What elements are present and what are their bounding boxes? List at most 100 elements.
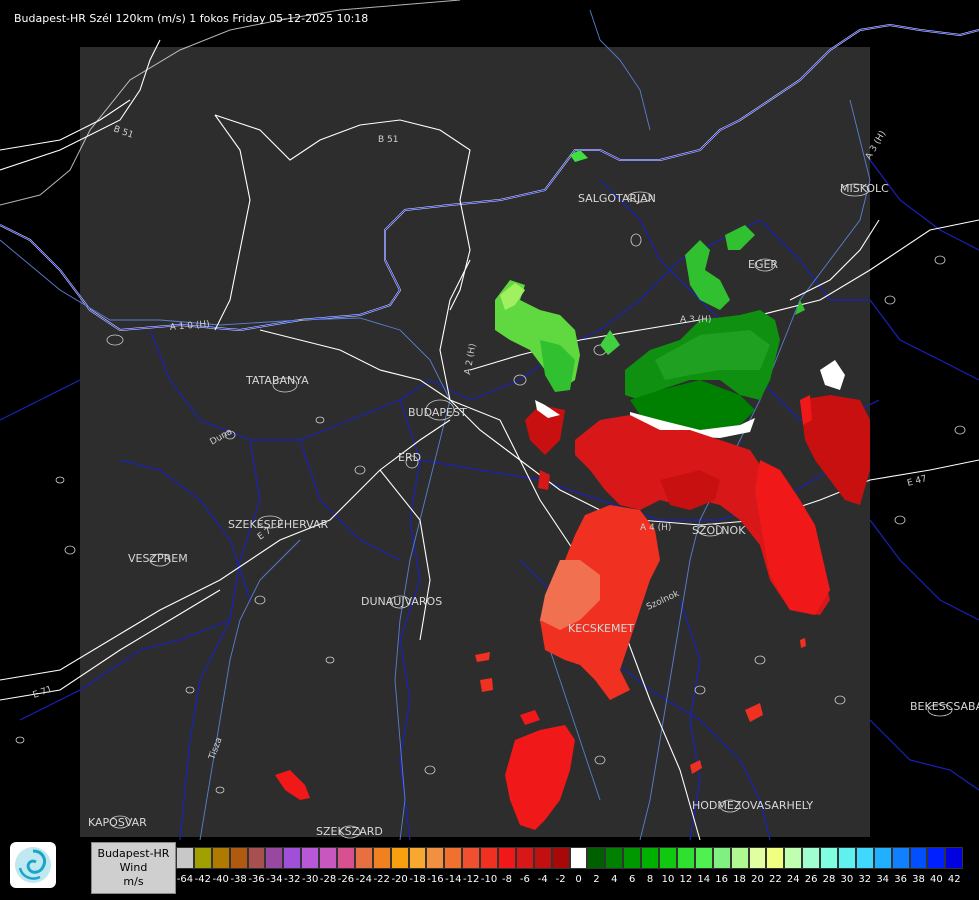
city-label: EGER [748, 258, 778, 271]
color-swatch [784, 847, 803, 869]
scale-tick-label: -4 [537, 874, 548, 885]
city-label: SZOLNOK [692, 524, 746, 537]
scale-tick-label: 36 [894, 874, 907, 885]
radar-map: SALGOTARJAN EGER MISKOLC TATABANYA BUDAP… [0, 0, 979, 900]
scale-tick-label: -30 [302, 874, 319, 885]
scale-tick-label: -22 [373, 874, 390, 885]
color-swatch [873, 847, 892, 869]
color-swatch [265, 847, 284, 869]
color-swatch [283, 847, 302, 869]
color-swatch [587, 847, 606, 869]
scale-tick-label: 18 [733, 874, 746, 885]
color-swatch [372, 847, 391, 869]
scale-tick-label: -20 [391, 874, 408, 885]
color-swatch [605, 847, 624, 869]
color-swatch [748, 847, 767, 869]
scale-tick-label: -36 [248, 874, 265, 885]
scale-tick-label: 28 [822, 874, 836, 885]
city-label: BEKESCSABA [910, 700, 979, 713]
scale-tick-label: 8 [646, 874, 654, 885]
color-swatch [909, 847, 928, 869]
scale-tick-label: -12 [463, 874, 480, 885]
road-label: A 4 (H) [640, 523, 671, 533]
scale-tick-label: -6 [519, 874, 530, 885]
scale-tick-label: 12 [679, 874, 693, 885]
scale-tick-label: 42 [947, 874, 961, 885]
city-label: TATABANYA [245, 374, 309, 387]
scale-tick-label: 2 [593, 874, 600, 885]
scale-tick-label: -64 [176, 874, 194, 885]
scale-tick-label: -26 [337, 874, 355, 885]
scale-tick-label: 22 [768, 874, 782, 885]
scale-tick-label: -24 [355, 874, 373, 885]
city-label: KECSKEMET [568, 622, 634, 635]
color-swatch [426, 847, 445, 869]
omsz-logo [10, 842, 56, 888]
scale-tick-label: -42 [194, 874, 211, 885]
color-swatch [712, 847, 731, 869]
color-swatch [354, 847, 373, 869]
color-swatch [337, 847, 355, 869]
color-swatch [730, 847, 749, 869]
color-swatch [515, 847, 534, 869]
scale-tick-label: -28 [319, 874, 337, 885]
scale-tick-label: 26 [804, 874, 818, 885]
scale-tick-label: 0 [575, 874, 582, 885]
color-swatch [462, 847, 481, 869]
color-swatch [480, 847, 499, 869]
swirl-logo-icon [15, 847, 51, 883]
color-swatch [766, 847, 785, 869]
city-label: DUNAUJVAROS [361, 595, 442, 608]
color-swatch [176, 847, 194, 869]
city-label: MISKOLC [840, 182, 889, 195]
color-swatch [891, 847, 910, 869]
city-label: KAPOSVAR [88, 816, 147, 829]
color-scale [176, 847, 964, 869]
scale-tick-label: 34 [876, 874, 890, 885]
color-swatch [319, 847, 338, 869]
scale-tick-label: 32 [858, 874, 872, 885]
legend-label-box: Budapest-HR Wind m/s [91, 842, 176, 894]
color-swatch [390, 847, 409, 869]
map-title: Budapest-HR Szél 120km (m/s) 1 fokos Fri… [14, 12, 369, 25]
scale-tick-label: 16 [715, 874, 729, 885]
color-swatch [802, 847, 821, 869]
color-swatch [855, 847, 874, 869]
legend-quantity: Wind [119, 861, 148, 874]
color-swatch [694, 847, 713, 869]
color-swatch [927, 847, 946, 869]
city-label: SALGOTARJAN [578, 192, 656, 205]
color-swatch [229, 847, 248, 869]
scale-tick-label: -38 [230, 874, 247, 885]
color-swatch [211, 847, 230, 869]
color-swatch [551, 847, 570, 869]
legend-unit: m/s [123, 875, 144, 888]
color-swatch [301, 847, 320, 869]
color-swatch [641, 847, 660, 869]
scale-tick-label: -18 [409, 874, 426, 885]
color-swatch [659, 847, 677, 869]
color-swatch [676, 847, 695, 869]
color-swatch [623, 847, 642, 869]
scale-tick-label: -2 [555, 874, 566, 885]
scale-tick-label: 10 [661, 874, 675, 885]
color-swatch [408, 847, 427, 869]
color-swatch [945, 847, 964, 869]
city-label: SZEKSZARD [316, 825, 383, 838]
scale-tick-label: 30 [840, 874, 854, 885]
color-swatch [837, 847, 856, 869]
city-label: VESZPREM [128, 552, 188, 565]
scale-tick-label: -8 [501, 874, 512, 885]
color-swatch [247, 847, 266, 869]
color-swatch [569, 847, 588, 869]
road-label: A 3 (H) [680, 315, 711, 325]
city-label: HODMEZOVASARHELY [692, 799, 813, 812]
scale-tick-label: -34 [266, 874, 283, 885]
scale-tick-label: 38 [912, 874, 925, 885]
scale-tick-label: -10 [480, 874, 498, 885]
color-swatch [444, 847, 463, 869]
color-swatch [820, 847, 838, 869]
city-label: SZEKESFEHERVAR [228, 518, 329, 531]
city-label: BUDAPEST [408, 406, 467, 419]
color-swatch [193, 847, 212, 869]
